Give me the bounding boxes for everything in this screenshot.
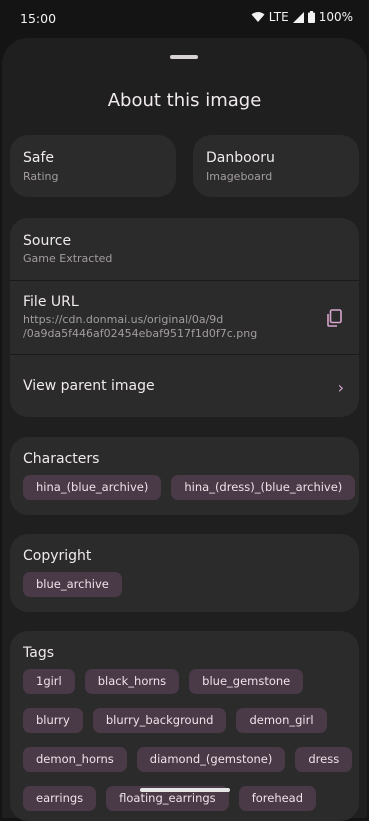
copy-icon[interactable] <box>326 309 342 331</box>
tag-chip[interactable]: 1girl <box>23 669 75 694</box>
tag-chip[interactable]: black_horns <box>84 669 180 694</box>
divider <box>10 354 359 355</box>
chevron-right-icon[interactable]: › <box>338 378 344 397</box>
rating-value: Safe <box>23 150 55 166</box>
status-time: 15:00 <box>20 11 57 26</box>
signal-icon <box>292 11 304 23</box>
tags-label: Tags <box>23 645 54 661</box>
file-url-line2[interactable]: /0a9da5f446af02454ebaf9517f1d0f7c.png <box>23 327 257 340</box>
tag-chip[interactable]: demon_girl <box>236 708 327 733</box>
drag-handle[interactable] <box>170 55 198 59</box>
divider <box>10 280 359 281</box>
tag-chip[interactable]: hina_(dress)_(blue_archive) <box>171 475 356 500</box>
view-parent-label[interactable]: View parent image <box>23 378 155 394</box>
tag-chip[interactable]: blurry_background <box>92 708 227 733</box>
source-label: Source <box>23 233 72 249</box>
tag-chip[interactable]: blurry <box>23 708 83 733</box>
tags-row: blurry blurry_background demon_girl <box>23 708 327 733</box>
battery-percent: 100% <box>318 10 353 24</box>
tags-row: 1girl black_horns blue_gemstone <box>23 669 304 694</box>
rating-label: Rating <box>23 170 59 183</box>
characters-label: Characters <box>23 451 100 467</box>
wifi-icon <box>251 12 265 22</box>
status-icons: LTE 100% <box>251 10 353 24</box>
battery-icon <box>307 11 315 23</box>
network-label: LTE <box>268 10 289 24</box>
imageboard-card <box>193 135 359 197</box>
sheet-title: About this image <box>107 90 262 111</box>
tags-row: demon_horns diamond_(gemstone) dress <box>23 747 353 772</box>
characters-chips: hina_(blue_archive) hina_(dress)_(blue_a… <box>23 475 356 500</box>
tag-chip[interactable]: dress <box>295 747 353 772</box>
imageboard-label: Imageboard <box>206 170 273 183</box>
tag-chip[interactable]: forehead <box>238 786 317 811</box>
copyright-chips: blue_archive <box>23 572 122 597</box>
source-value: Game Extracted <box>23 252 113 265</box>
tag-chip[interactable]: hina_(blue_archive) <box>23 475 162 500</box>
file-url-label: File URL <box>23 294 79 310</box>
gesture-nav-bar[interactable] <box>140 788 230 792</box>
tag-chip[interactable]: blue_archive <box>23 572 122 597</box>
tag-chip[interactable]: demon_horns <box>23 747 127 772</box>
tag-chip[interactable]: blue_gemstone <box>189 669 304 694</box>
rating-card <box>10 135 176 197</box>
status-bar: 15:00 LTE 100% <box>0 0 369 36</box>
imageboard-value: Danbooru <box>206 150 275 166</box>
tag-chip[interactable]: earrings <box>23 786 97 811</box>
file-url-line1[interactable]: https://cdn.donmai.us/original/0a/9d <box>23 313 223 326</box>
tag-chip[interactable]: diamond_(gemstone) <box>136 747 286 772</box>
copyright-label: Copyright <box>23 548 92 564</box>
